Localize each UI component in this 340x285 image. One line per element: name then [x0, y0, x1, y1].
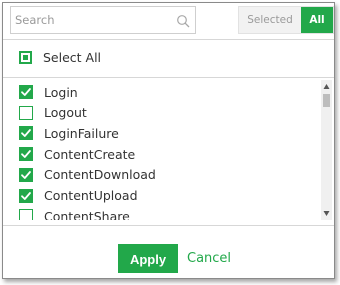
item-label: ContentUpload	[44, 188, 138, 203]
checkmark-icon	[21, 129, 31, 138]
list-item[interactable]: Logout	[19, 103, 87, 123]
item-label: Logout	[44, 105, 87, 121]
divider	[3, 225, 334, 226]
filter-dropdown-panel: Selected All Select All LoginLogoutLogin…	[2, 2, 335, 279]
scrollbar-thumb[interactable]	[323, 94, 330, 107]
toggle-all-option[interactable]: All	[301, 7, 333, 33]
scroll-down-arrow-icon[interactable]	[323, 210, 330, 217]
divider	[3, 77, 334, 78]
indeterminate-mark-icon	[23, 54, 28, 60]
select-all-row[interactable]: Select All	[19, 47, 101, 67]
item-checkbox[interactable]	[19, 85, 33, 99]
checkmark-icon	[21, 170, 31, 179]
scroll-up-arrow-icon[interactable]	[323, 83, 330, 90]
list-item[interactable]: ContentDownload	[19, 165, 156, 185]
list-item[interactable]: Login	[19, 82, 78, 102]
select-all-checkbox[interactable]	[19, 50, 32, 64]
list-item[interactable]: LoginFailure	[19, 123, 119, 143]
filter-toolbar: Selected All	[3, 3, 334, 39]
item-label: ContentCreate	[44, 146, 136, 162]
checkmark-icon	[21, 150, 31, 158]
item-checkbox[interactable]	[19, 188, 33, 203]
item-checkbox[interactable]	[19, 167, 33, 182]
toggle-selected-option[interactable]: Selected	[239, 7, 301, 33]
cancel-button[interactable]: Cancel	[187, 244, 231, 273]
item-label: Login	[44, 84, 78, 100]
checkmark-icon	[21, 191, 31, 200]
list-item[interactable]: ContentShare	[19, 206, 130, 220]
selected-all-toggle: Selected All	[238, 6, 334, 34]
checkmark-icon	[21, 88, 31, 96]
select-all-label: Select All	[43, 49, 102, 65]
item-checkbox[interactable]	[19, 126, 33, 141]
search-icon	[176, 13, 190, 28]
footer-actions: Apply Cancel	[3, 228, 334, 278]
item-checkbox[interactable]	[19, 209, 33, 220]
item-checkbox[interactable]	[19, 147, 33, 162]
apply-button[interactable]: Apply	[118, 244, 178, 273]
item-label: LoginFailure	[44, 125, 119, 141]
search-box[interactable]	[10, 6, 196, 34]
item-checkbox[interactable]	[19, 105, 33, 120]
list-item[interactable]: ContentUpload	[19, 186, 138, 206]
search-input[interactable]	[11, 7, 175, 33]
scrollbar[interactable]	[321, 80, 332, 220]
list-item[interactable]: ContentCreate	[19, 144, 135, 164]
divider	[3, 39, 334, 40]
option-list: Login Logout LoginFailure ContentCreate Cont…	[3, 80, 321, 220]
item-label: ContentDownload	[44, 167, 156, 183]
item-label: ContentShare	[44, 208, 130, 220]
